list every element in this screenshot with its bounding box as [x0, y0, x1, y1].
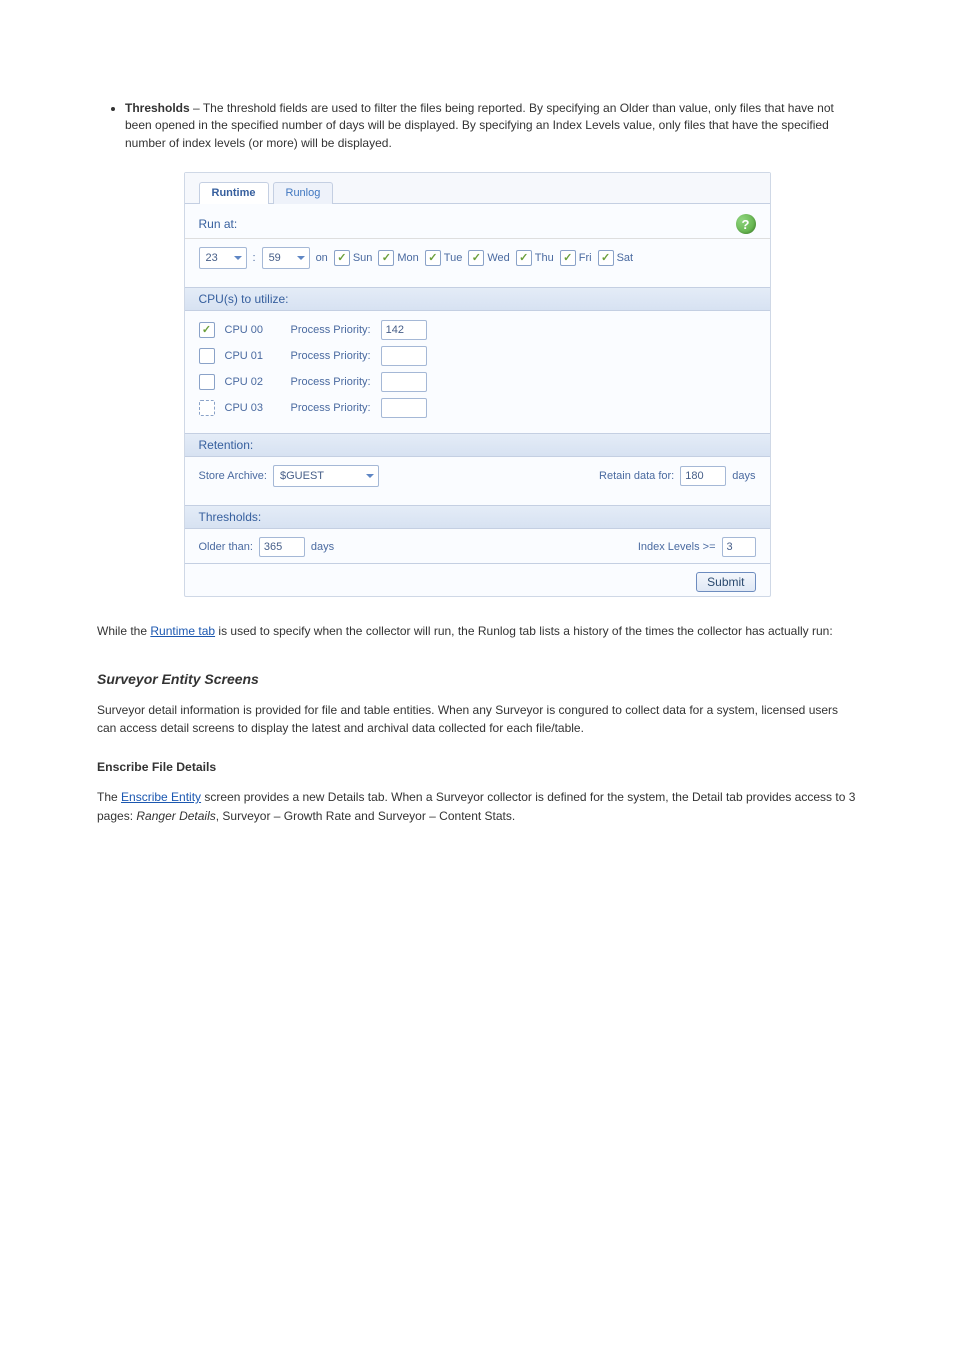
cpu-label-2: CPU 02 — [225, 376, 281, 388]
day-label-thu: Thu — [535, 252, 554, 264]
submit-button[interactable]: Submit — [696, 572, 755, 592]
cpu-section-head: CPU(s) to utilize: — [185, 287, 770, 311]
cpu-priority-input-1[interactable] — [381, 346, 427, 366]
older-days-unit: days — [311, 541, 334, 553]
retention-row: Store Archive: $GUEST Retain data for: 1… — [185, 459, 770, 493]
cpu-checkbox-1[interactable] — [199, 348, 215, 364]
day-label-wed: Wed — [487, 252, 509, 264]
cpu-row-1: CPU 01 Process Priority: — [199, 343, 756, 369]
day-label-fri: Fri — [579, 252, 592, 264]
p3a: The — [97, 790, 121, 804]
thresholds-text: – The threshold fields are used to filte… — [125, 101, 834, 150]
p3c: , Surveyor – Growth Rate and Surveyor – … — [216, 809, 515, 823]
retention-head: Retention: — [185, 433, 770, 457]
day-label-sat: Sat — [617, 252, 634, 264]
runtime-tab-link[interactable]: Runtime tab — [150, 624, 215, 638]
older-than-label: Older than: — [199, 541, 253, 553]
cpu-priority-input-2[interactable] — [381, 372, 427, 392]
index-levels-label: Index Levels >= — [638, 541, 716, 553]
retention-label: Retention: — [199, 438, 254, 452]
enscribe-paragraph: The Enscribe Entity screen provides a ne… — [97, 788, 857, 825]
day-label-mon: Mon — [397, 252, 418, 264]
hour-select[interactable]: 23 — [199, 247, 247, 269]
cpu-section-label: CPU(s) to utilize: — [199, 292, 289, 306]
day-checkbox-fri[interactable] — [560, 250, 576, 266]
older-than-input[interactable]: 365 — [259, 537, 305, 557]
runtime-panel: Runtime Runlog Run at: ? 23 : 59 on Sun M… — [184, 172, 771, 597]
day-checkbox-thu[interactable] — [516, 250, 532, 266]
thresholds-term: Thresholds — [125, 101, 190, 115]
tab-runlog[interactable]: Runlog — [273, 182, 334, 204]
submit-row: Submit — [185, 563, 770, 596]
cpu-checkbox-2[interactable] — [199, 374, 215, 390]
tab-runtime[interactable]: Runtime — [199, 182, 269, 204]
thresholds-description: Thresholds – The threshold fields are us… — [125, 100, 857, 152]
cpu-row-3: CPU 03 Process Priority: — [199, 395, 756, 421]
cpu-priority-label-1: Process Priority: — [291, 350, 371, 362]
index-levels-input[interactable]: 3 — [722, 537, 756, 557]
surveyor-entity-paragraph: Surveyor detail information is provided … — [97, 701, 857, 738]
tab-row: Runtime Runlog — [185, 173, 770, 204]
cpu-priority-label-3: Process Priority: — [291, 402, 371, 414]
cpu-checkbox-3[interactable] — [199, 400, 215, 416]
retain-data-label: Retain data for: — [599, 470, 674, 482]
retain-days-unit: days — [732, 470, 755, 482]
day-sat: Sat — [598, 250, 634, 266]
p1b: is used to specify when the collector wi… — [215, 624, 833, 638]
cpu-label-1: CPU 01 — [225, 350, 281, 362]
thresholds-row: Older than: 365 days Index Levels >= 3 — [185, 531, 770, 563]
cpu-priority-input-3[interactable] — [381, 398, 427, 418]
run-at-label: Run at: — [199, 217, 238, 231]
cpu-priority-label-0: Process Priority: — [291, 324, 371, 336]
p1a: While the — [97, 624, 150, 638]
time-colon: : — [253, 252, 256, 264]
help-icon[interactable]: ? — [736, 214, 756, 234]
ranger-details-text: Ranger Details — [136, 809, 215, 823]
day-fri: Fri — [560, 250, 592, 266]
day-tue: Tue — [425, 250, 463, 266]
cpu-label-0: CPU 00 — [225, 324, 281, 336]
enscribe-heading: Enscribe File Details — [97, 760, 857, 774]
cpu-label-3: CPU 03 — [225, 402, 281, 414]
runtime-runlog-paragraph: While the Runtime tab is used to specify… — [97, 622, 857, 641]
day-checkbox-wed[interactable] — [468, 250, 484, 266]
day-mon: Mon — [378, 250, 418, 266]
store-archive-select[interactable]: $GUEST — [273, 465, 379, 487]
day-checkbox-tue[interactable] — [425, 250, 441, 266]
retain-data-input[interactable]: 180 — [680, 466, 726, 486]
store-archive-label: Store Archive: — [199, 470, 267, 482]
thresholds-head-label: Thresholds: — [199, 510, 262, 524]
surveyor-entity-heading: Surveyor Entity Screens — [97, 671, 857, 687]
day-thu: Thu — [516, 250, 554, 266]
day-sun: Sun — [334, 250, 373, 266]
enscribe-entity-link[interactable]: Enscribe Entity — [121, 790, 201, 804]
cpu-row-0: CPU 00 Process Priority: 142 — [199, 317, 756, 343]
day-checkbox-mon[interactable] — [378, 250, 394, 266]
cpu-row-2: CPU 02 Process Priority: — [199, 369, 756, 395]
cpu-checkbox-0[interactable] — [199, 322, 215, 338]
run-at-head: Run at: ? — [185, 204, 770, 239]
day-checkbox-sun[interactable] — [334, 250, 350, 266]
day-wed: Wed — [468, 250, 509, 266]
thresholds-head: Thresholds: — [185, 505, 770, 529]
cpu-priority-label-2: Process Priority: — [291, 376, 371, 388]
day-label-sun: Sun — [353, 252, 373, 264]
minute-select[interactable]: 59 — [262, 247, 310, 269]
day-checkbox-sat[interactable] — [598, 250, 614, 266]
day-label-tue: Tue — [444, 252, 463, 264]
run-at-row: 23 : 59 on Sun Mon Tue Wed Thu Fri Sat — [185, 241, 770, 275]
on-label: on — [316, 252, 328, 264]
cpu-priority-input-0[interactable]: 142 — [381, 320, 427, 340]
